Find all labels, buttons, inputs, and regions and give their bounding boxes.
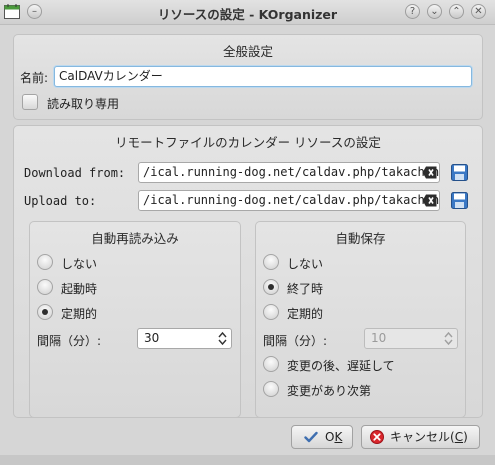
reload-interval-value: 30 <box>144 331 160 345</box>
cancel-button[interactable]: キャンセル(C) <box>361 425 480 449</box>
save-on-change-label: 変更があり次第 <box>287 384 372 398</box>
download-url-input[interactable]: /ical.running-dog.net/caldav.php/takacha… <box>138 162 440 183</box>
auto-save-title: 自動保存 <box>335 231 386 246</box>
general-settings-title: 全般設定 <box>222 44 273 59</box>
save-delayed-radio[interactable] <box>263 356 279 372</box>
save-interval-value: 10 <box>371 331 387 345</box>
download-url-value: /ical.running-dog.net/caldav.php/takacha… <box>143 165 439 179</box>
upload-url-input[interactable]: /ical.running-dog.net/caldav.php/takacha… <box>138 190 440 211</box>
save-never-label: しない <box>287 257 324 271</box>
maximize-icon[interactable]: ⌃ <box>449 4 464 19</box>
reload-interval-label: 間隔（分）: <box>37 334 102 348</box>
reload-periodic-radio[interactable] <box>37 304 53 320</box>
ok-button[interactable]: OK <box>291 425 353 449</box>
bottom-edge <box>0 455 495 465</box>
save-interval-label: 間隔（分）: <box>263 334 328 348</box>
save-interval-spinbox[interactable]: 10 <box>364 328 458 349</box>
save-on-exit-label: 終了時 <box>287 282 324 296</box>
auto-reload-title: 自動再読み込み <box>91 231 179 246</box>
save-download-icon[interactable] <box>451 164 468 181</box>
minimize-icon[interactable]: ⌄ <box>427 4 442 19</box>
name-input-value: CalDAVカレンダー <box>59 69 163 83</box>
save-delayed-label: 変更の後、遅延して <box>287 359 395 373</box>
cancel-icon <box>370 430 384 444</box>
title-bar: – リソースの設定 - KOrganizer ? ⌄ ⌃ ✕ <box>0 0 495 25</box>
save-periodic-label: 定期的 <box>287 307 324 321</box>
checkmark-icon <box>304 431 318 443</box>
readonly-checkbox[interactable] <box>22 94 38 110</box>
download-label: Download from: <box>24 166 126 180</box>
save-on-exit-radio[interactable] <box>263 279 279 295</box>
ok-label: OK <box>325 430 343 444</box>
clear-download-icon[interactable] <box>422 166 437 179</box>
reload-interval-spinbox[interactable]: 30 <box>137 328 232 349</box>
spin-arrows-disabled-icon[interactable] <box>444 331 453 346</box>
reload-periodic-label: 定期的 <box>61 307 98 321</box>
save-periodic-radio[interactable] <box>263 304 279 320</box>
save-upload-icon[interactable] <box>451 192 468 209</box>
name-label: 名前: <box>20 71 49 85</box>
help-icon[interactable]: ? <box>405 4 420 19</box>
reload-never-label: しない <box>61 257 98 271</box>
reload-on-startup-label: 起動時 <box>61 282 98 296</box>
reload-on-startup-radio[interactable] <box>37 279 53 295</box>
spin-arrows-icon[interactable] <box>218 331 227 346</box>
window-title: リソースの設定 - KOrganizer <box>157 7 338 22</box>
save-on-change-radio[interactable] <box>263 381 279 397</box>
upload-label: Upload to: <box>24 194 97 208</box>
name-input[interactable]: CalDAVカレンダー <box>54 66 472 87</box>
save-never-radio[interactable] <box>263 254 279 270</box>
close-icon[interactable]: ✕ <box>471 4 486 19</box>
remote-settings-title: リモートファイルのカレンダー リソースの設定 <box>115 135 381 150</box>
upload-url-value: /ical.running-dog.net/caldav.php/takacha… <box>143 193 439 207</box>
cancel-label: キャンセル(C) <box>390 430 468 444</box>
clear-upload-icon[interactable] <box>422 194 437 207</box>
reload-never-radio[interactable] <box>37 254 53 270</box>
readonly-label: 読み取り専用 <box>47 97 120 111</box>
